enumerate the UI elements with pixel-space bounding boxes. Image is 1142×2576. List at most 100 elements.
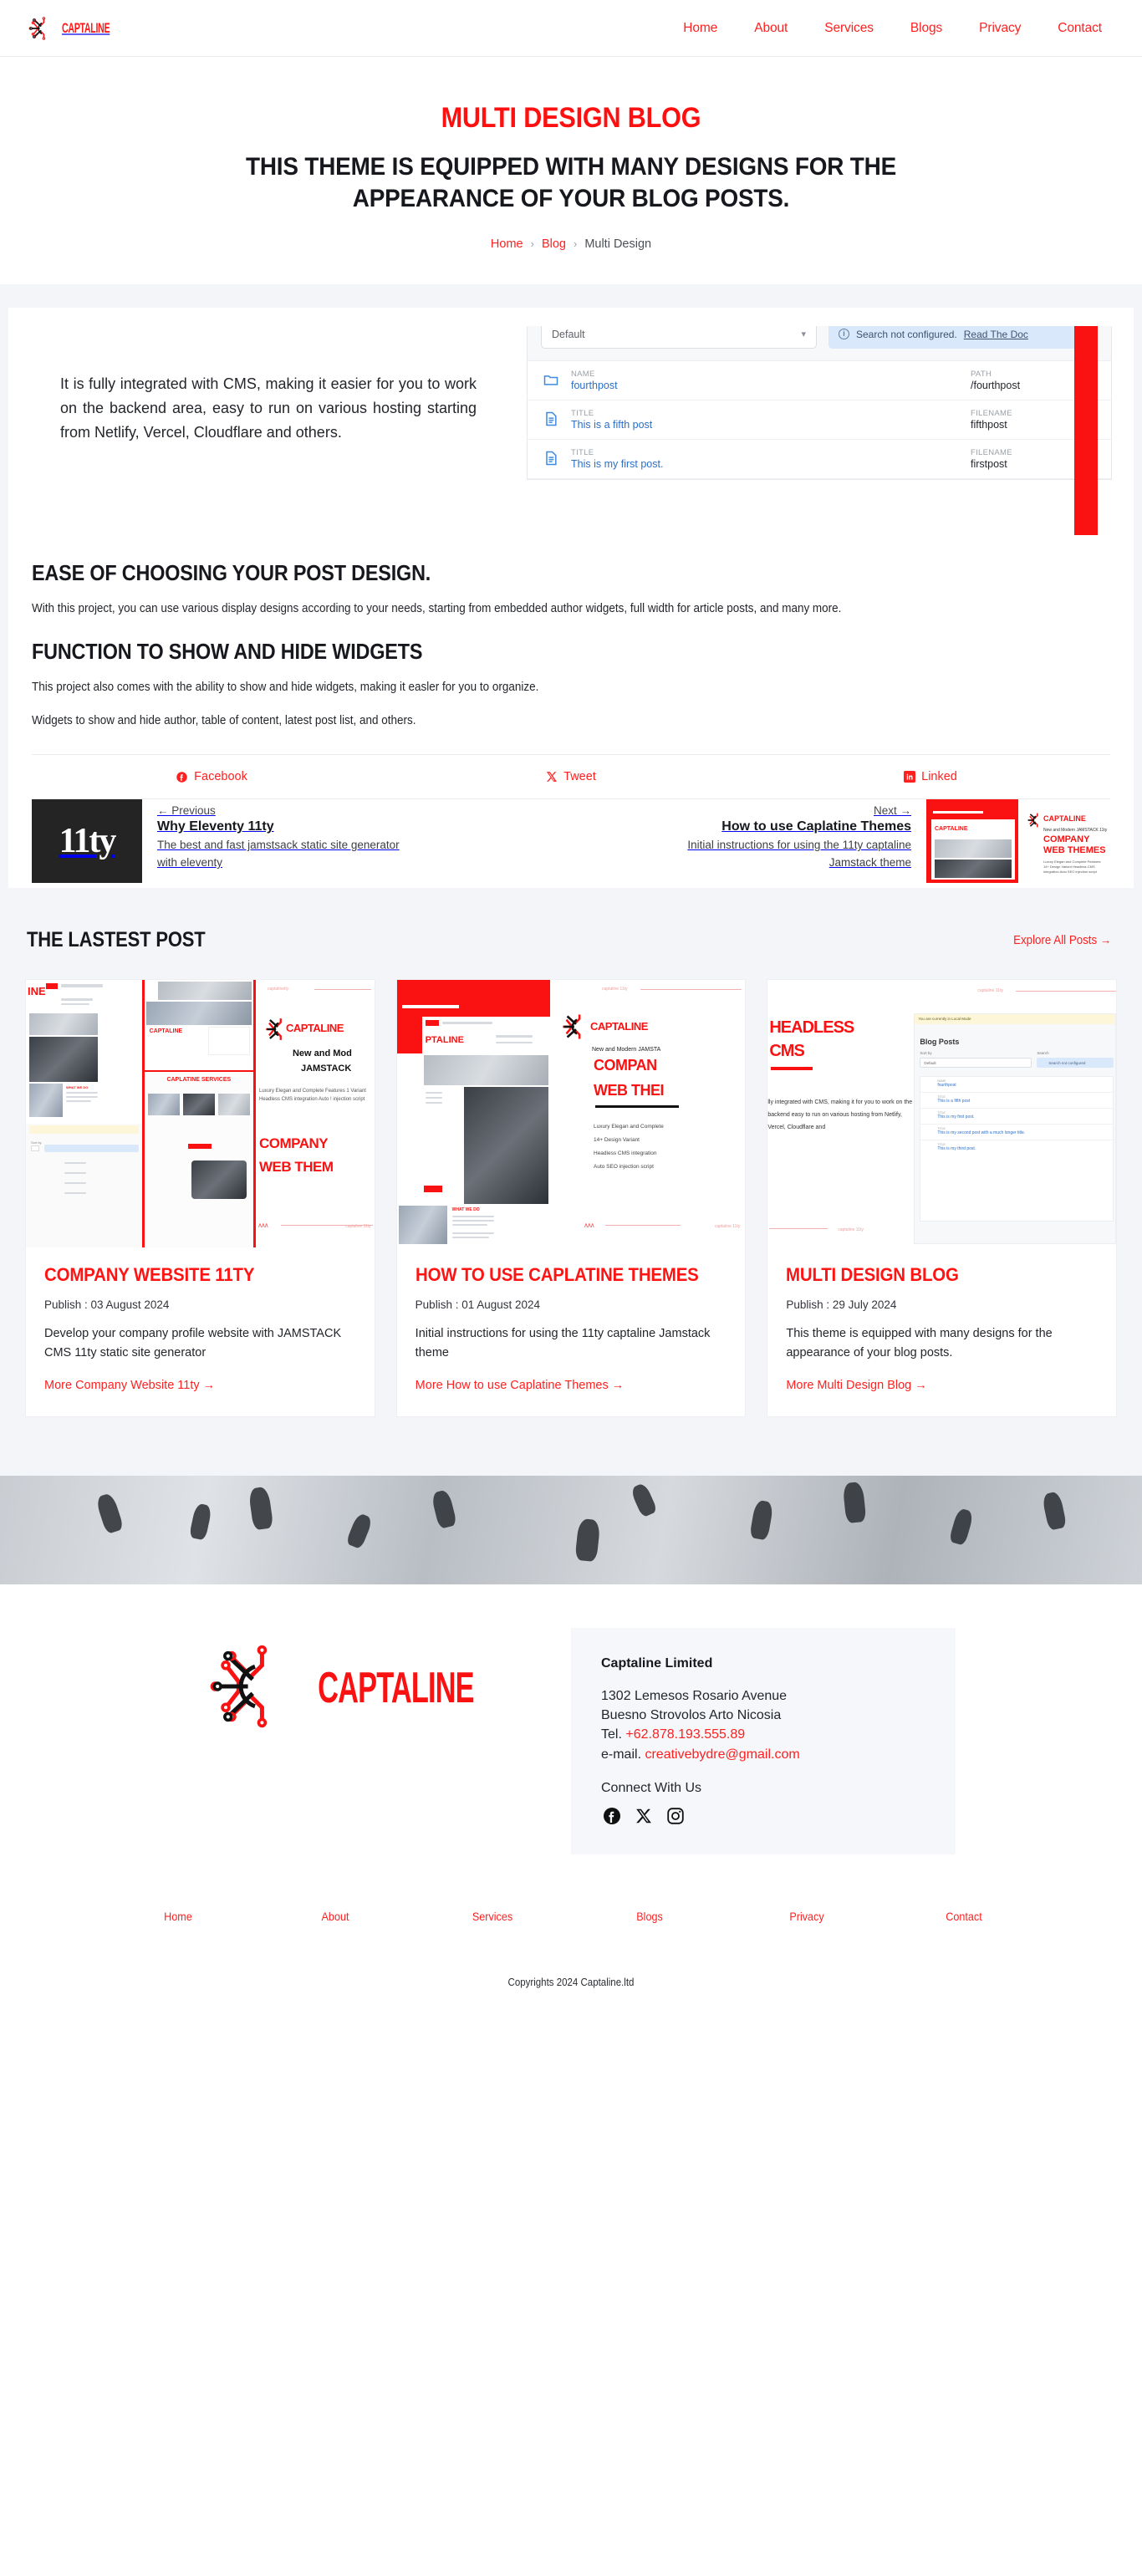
thumb-big1: COMPANY xyxy=(258,1135,329,1152)
thumb-brand: CAPTALINE xyxy=(590,1020,648,1033)
next-thumb-brand: CAPTALINE xyxy=(1043,814,1086,824)
cms-cell-value: fourthpost xyxy=(571,379,618,391)
nav-item-about[interactable]: About xyxy=(754,21,788,36)
nav-item-home[interactable]: Home xyxy=(683,21,717,36)
table-row[interactable]: NAME fourthpost PATH /fourthpost xyxy=(528,361,1111,400)
footer-nav-item-services[interactable]: Services xyxy=(421,1910,563,1923)
nav-item-contact[interactable]: Contact xyxy=(1058,21,1102,36)
post-card[interactable]: HEADLESS CMS lly integrated with CMS, ma… xyxy=(767,979,1118,1417)
thumb-big2: WEB THEM xyxy=(258,1159,334,1176)
breadcrumb: Home › Blog › Multi Design xyxy=(25,237,1117,251)
post-card-desc: This theme is equipped with many designs… xyxy=(786,1326,1053,1359)
linkedin-icon xyxy=(904,771,916,783)
post-card-title: COMPANY WEBSITE 11TY xyxy=(44,1264,255,1286)
table-row[interactable]: TITLE This is a fifth post FILENAME fift… xyxy=(528,400,1111,440)
cms-cell-title: TITLE This is my first post. xyxy=(571,448,959,470)
post-card-date: Publish : 03 August 2024 xyxy=(44,1298,170,1311)
share-linkedin-button[interactable]: Linked xyxy=(751,770,1110,783)
footer-email-label: e-mail. xyxy=(601,1747,642,1762)
article-section: It is fully integrated with CMS, making … xyxy=(0,283,1142,889)
section-paragraph: With this project, you can use various d… xyxy=(32,601,842,615)
thumb-panel-mode: You are currently in Local Mode xyxy=(915,1014,1116,1025)
chevron-down-icon: ▾ xyxy=(801,329,806,340)
social-instagram-button[interactable] xyxy=(665,1808,686,1829)
thumb-sort-value: Default xyxy=(920,1058,1032,1069)
nav-item-privacy[interactable]: Privacy xyxy=(979,21,1021,36)
nav-item-blogs[interactable]: Blogs xyxy=(910,21,942,36)
section-heading-post-design: EASE OF CHOOSING YOUR POST DESIGN. xyxy=(32,559,431,585)
breadcrumb-current: Multi Design xyxy=(584,237,652,251)
brand-logo[interactable]: CAPTALINE xyxy=(25,12,120,45)
footer-nav-item-about[interactable]: About xyxy=(264,1910,405,1923)
facebook-icon xyxy=(602,1806,622,1830)
table-row[interactable]: TITLE This is my first post. FILENAME fi… xyxy=(528,440,1111,479)
footer-logo: CAPTALINE xyxy=(186,1628,496,1749)
cms-toolbar: Default ▾ i Search not configured. Read … xyxy=(528,325,1111,360)
footer-telephone-link[interactable]: +62.878.193.555.89 xyxy=(625,1727,745,1742)
post-card[interactable]: INE WHAT WE DO Sort by CAPTALINE CAPLATI… xyxy=(25,979,375,1417)
x-twitter-icon xyxy=(546,771,558,783)
thumb-sort-label: Sort by xyxy=(920,1051,932,1056)
post-card[interactable]: PTALINE WHAT WE DO captaline 11ty CAPTAL… xyxy=(395,979,747,1417)
share-facebook-button[interactable]: Facebook xyxy=(32,770,391,783)
social-x-twitter-button[interactable] xyxy=(633,1808,655,1829)
footer-nav-item-blogs[interactable]: Blogs xyxy=(579,1910,720,1923)
explore-all-posts-link[interactable]: Explore All Posts → xyxy=(1013,934,1111,947)
cms-cell-label: TITLE xyxy=(571,408,594,418)
footer-logo-text: CAPTALINE xyxy=(317,1664,474,1712)
page-subtitle: THIS THEME IS EQUIPPED WITH MANY DESIGNS… xyxy=(245,153,897,213)
cms-sort-select[interactable]: Default ▾ xyxy=(541,325,817,349)
thumb-footer: captaline 11ty xyxy=(977,988,1003,994)
previous-post-title: Why Eleventy 11ty xyxy=(157,819,274,834)
share-tweet-button[interactable]: Tweet xyxy=(391,770,751,783)
post-card-title: HOW TO USE CAPLATINE THEMES xyxy=(415,1264,699,1286)
thumb-body: Luxury Elegan and Complete Features 1 Va… xyxy=(258,1089,366,1103)
post-card-thumbnail: HEADLESS CMS lly integrated with CMS, ma… xyxy=(767,980,1117,1248)
footer-nav-item-contact[interactable]: Contact xyxy=(893,1910,1034,1923)
footer-main: CAPTALINE Captaline Limited 1302 Lemesos… xyxy=(0,1584,1142,1888)
thumb-big1: COMPAN xyxy=(594,1057,657,1074)
thumb-headline2: CMS xyxy=(769,1042,804,1061)
post-card-more-link[interactable]: More How to use Caplatine Themes → xyxy=(416,1379,625,1392)
thumb-bullet: Auto SEO injection script xyxy=(594,1164,654,1171)
captaline-circuit-logo-icon xyxy=(196,1628,314,1749)
social-facebook-button[interactable] xyxy=(601,1808,623,1829)
footer-telephone-label: Tel. xyxy=(601,1727,622,1742)
thumb-headline1: HEADLESS xyxy=(769,1018,854,1038)
thumb-search-note: Search not configured xyxy=(1037,1058,1114,1069)
post-card-more-link[interactable]: More Company Website 11ty → xyxy=(44,1379,215,1392)
post-card-more-link[interactable]: More Multi Design Blog → xyxy=(786,1379,926,1392)
next-post-body: Next → How to use Caplatine Themes Initi… xyxy=(645,799,926,883)
previous-label: ← Previous xyxy=(157,804,216,818)
next-thumb-line2: COMPANY xyxy=(1043,834,1090,845)
instagram-icon xyxy=(665,1806,686,1830)
post-card-body: COMPANY WEBSITE 11TY Publish : 03 August… xyxy=(26,1247,375,1416)
footer-nav-item-home[interactable]: Home xyxy=(107,1910,248,1923)
page-title: MULTI DESIGN BLOG xyxy=(441,102,701,134)
cms-cell-title: TITLE This is a fifth post xyxy=(571,409,959,431)
previous-post-link[interactable]: 11ty ← Previous Why Eleventy 11ty The be… xyxy=(32,799,571,884)
share-tweet-label: Tweet xyxy=(563,770,596,784)
thumb-search-label: Search xyxy=(1037,1051,1049,1056)
section-paragraph: This project also comes with the ability… xyxy=(32,680,539,694)
breadcrumb-home[interactable]: Home xyxy=(491,237,523,251)
footer-address-line-1: 1302 Lemesos Rosario Avenue xyxy=(601,1688,788,1703)
article-intro-row: It is fully integrated with CMS, making … xyxy=(8,308,1134,535)
cms-search-link[interactable]: Read The Doc xyxy=(964,329,1028,340)
cms-row-list: NAME fourthpost PATH /fourthpost TITLE T… xyxy=(528,360,1111,479)
thumb-kicker: captalineIty xyxy=(267,987,289,992)
cms-sort-value: Default xyxy=(552,328,585,340)
thumb-brand: CAPTALINE xyxy=(285,1022,344,1035)
footer-nav-item-privacy[interactable]: Privacy xyxy=(736,1910,877,1923)
footer-email-link[interactable]: creativebydre@gmail.com xyxy=(645,1747,799,1762)
article-intro-text: It is fully integrated with CMS, making … xyxy=(60,375,477,441)
decorative-red-bar xyxy=(1074,325,1098,535)
nav-item-services[interactable]: Services xyxy=(824,21,874,36)
thumb-row-value: This is my second post with a much longe… xyxy=(937,1130,1026,1136)
next-post-link[interactable]: Next → How to use Caplatine Themes Initi… xyxy=(571,799,1110,884)
previous-post-desc: The best and fast jamstsack static site … xyxy=(157,839,400,870)
post-card-body: HOW TO USE CAPLATINE THEMES Publish : 01… xyxy=(397,1247,746,1416)
breadcrumb-blog[interactable]: Blog xyxy=(542,237,566,251)
thumb-footer: captaline 11ty xyxy=(345,1224,371,1230)
thumb-bullet: Headless CMS integration xyxy=(594,1150,657,1157)
